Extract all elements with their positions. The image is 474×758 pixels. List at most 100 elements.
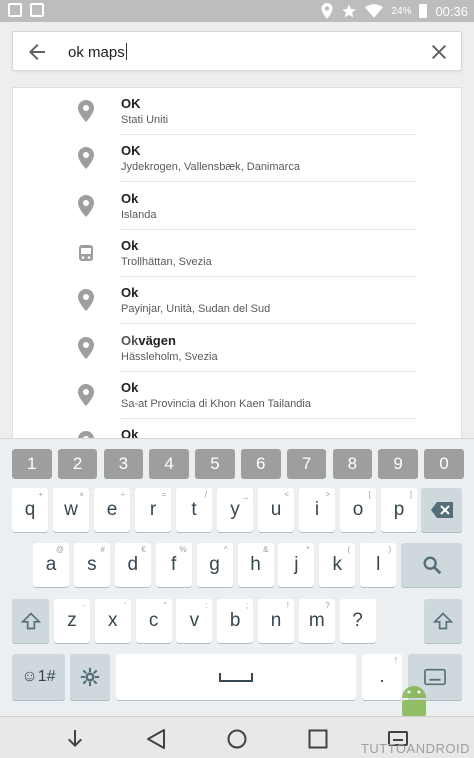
key-g[interactable]: g ^ [196, 543, 233, 587]
key-hint: : [205, 601, 208, 610]
back-arrow-icon[interactable] [25, 40, 49, 64]
key-label: d [127, 554, 139, 575]
key-9[interactable]: 9 [378, 449, 418, 479]
key-x[interactable]: x ' [94, 599, 131, 643]
suggestion-item[interactable]: OK Stati Uniti [13, 88, 461, 135]
key-hint: < [284, 490, 289, 499]
key-label: 4 [164, 454, 174, 473]
key-hint: ] [409, 490, 412, 499]
key-hint: > [325, 490, 330, 499]
key-n[interactable]: n! [258, 599, 294, 643]
search-key[interactable] [401, 543, 462, 587]
key-k[interactable]: k( [319, 543, 356, 587]
suggestion-item[interactable]: Ok Payinjar, Unità, Sudan del Sud [13, 277, 461, 325]
key-p[interactable]: p] [381, 488, 417, 532]
key-q[interactable]: q + [12, 488, 48, 532]
search-input[interactable]: ok maps [68, 43, 127, 61]
suggestion-item[interactable]: OK Jydekrogen, Vallensbæk, Danimarca [13, 135, 461, 183]
hide-keyboard-icon[interactable] [63, 727, 87, 751]
key-label: ? [352, 610, 363, 631]
key-s[interactable]: s # [73, 543, 110, 587]
home-icon[interactable] [225, 727, 249, 751]
key-7[interactable]: 7 [286, 449, 327, 479]
space-key[interactable] [116, 654, 356, 700]
key-label: k [332, 554, 343, 575]
key-r[interactable]: r = [135, 488, 171, 532]
suggestion-subtitle: Hässleholm, Svezia [121, 350, 218, 363]
key-4[interactable]: 4 [149, 449, 189, 479]
key-f[interactable]: f% [155, 543, 192, 587]
suggestion-item[interactable]: Okvägen Hässleholm, Svezia [13, 325, 461, 372]
key-y[interactable]: y _ [217, 488, 253, 532]
key-o[interactable]: o[ [340, 488, 376, 532]
battery-icon [419, 4, 428, 18]
key-label: m [308, 610, 325, 631]
key-label: o [352, 499, 364, 520]
key-question[interactable]: ? [339, 599, 376, 643]
key-0[interactable]: 0 [424, 449, 464, 479]
key-6[interactable]: 6 [241, 449, 281, 479]
key-hint: × [79, 490, 84, 499]
key-label: 7 [301, 454, 312, 473]
key-c[interactable]: c " [135, 599, 172, 643]
location-icon [321, 3, 333, 19]
key-hint: ! [286, 601, 289, 610]
search-bar: ok maps [12, 31, 462, 71]
back-icon[interactable] [145, 727, 169, 751]
key-label: ☺1# [21, 668, 56, 685]
shift-key-right[interactable] [424, 599, 462, 643]
key-a[interactable]: a @ [33, 543, 69, 587]
key-z[interactable]: z- [54, 599, 90, 643]
suggestion-item[interactable]: Ok Sa-at Provincia di Khon Kaen Tailandia [13, 372, 461, 419]
shift-icon [433, 612, 453, 630]
key-d[interactable]: d € [114, 543, 151, 587]
suggestion-title: Okvägen [121, 333, 176, 348]
key-label: 8 [347, 454, 358, 473]
key-t[interactable]: t / [176, 488, 212, 532]
recents-icon[interactable] [306, 727, 330, 751]
key-hint: ' [124, 601, 126, 610]
symbols-key[interactable]: ☺1# [12, 654, 65, 700]
key-m[interactable]: m? [298, 599, 335, 643]
key-hint: ÷ [120, 490, 125, 499]
suggestion-item[interactable]: Ok Islanda [13, 183, 461, 230]
backspace-key[interactable] [421, 488, 462, 532]
key-label: v [189, 610, 200, 631]
suggestion-item[interactable]: Ok Trollhättan, Svezia [13, 230, 461, 277]
key-h[interactable]: h & [237, 543, 274, 587]
key-hint: ( [347, 545, 351, 554]
key-2[interactable]: 2 [57, 449, 98, 479]
key-e[interactable]: e ÷ [94, 488, 130, 532]
key-j[interactable]: j * [278, 543, 315, 587]
suggestion-title: OK [121, 143, 141, 158]
key-b[interactable]: b; [217, 599, 254, 643]
key-3[interactable]: 3 [103, 449, 144, 479]
shift-key[interactable] [12, 599, 49, 643]
key-label: t [191, 499, 197, 520]
suggestion-subtitle: Payinjar, Unità, Sudan del Sud [121, 303, 271, 316]
key-hint: ) [388, 545, 392, 554]
place-pin-icon [77, 289, 95, 312]
suggestion-item[interactable]: Ok [13, 419, 461, 438]
key-8[interactable]: 8 [332, 449, 373, 479]
key-v[interactable]: v: [176, 599, 213, 643]
suggestion-subtitle: Trollhättan, Svezia [121, 255, 212, 268]
clear-icon[interactable] [427, 40, 451, 64]
status-icons: 24% 00:36 [321, 0, 468, 22]
key-1[interactable]: 1 [12, 449, 52, 479]
key-5[interactable]: 5 [195, 449, 235, 479]
key-w[interactable]: w × [53, 488, 89, 532]
suggestion-title: OK [121, 96, 141, 111]
settings-key[interactable] [70, 654, 110, 700]
key-l[interactable]: l) [360, 543, 397, 587]
key-label: e [106, 499, 118, 520]
key-hint: + [38, 490, 43, 499]
key-label: y [230, 499, 240, 520]
key-i[interactable]: i > [299, 488, 335, 532]
key-hint: = [161, 490, 166, 499]
suggestion-match: Ok [121, 379, 139, 395]
key-u[interactable]: u < [258, 488, 294, 532]
space-bar-icon [219, 673, 253, 682]
key-label: r [149, 499, 157, 520]
suggestion-title: Ok [121, 238, 138, 253]
